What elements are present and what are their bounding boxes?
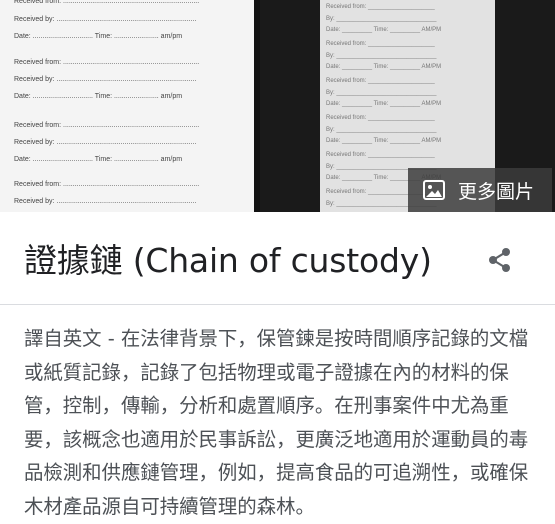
entity-header: 證據鏈 (Chain of custody) bbox=[0, 212, 555, 305]
tag-received-from-label: Received from: bbox=[326, 115, 367, 121]
form-date-line: Date: ............................... Ti… bbox=[14, 156, 183, 163]
date-label: Date: bbox=[14, 33, 31, 40]
received-from-label: Received from: bbox=[14, 181, 62, 188]
tag-received-from-label: Received from: bbox=[326, 4, 367, 10]
image-icon bbox=[423, 180, 445, 200]
tag-date-label: Date: bbox=[326, 138, 341, 144]
received-by-label: Received by: bbox=[14, 16, 55, 23]
tag-date-label: Date: bbox=[326, 64, 341, 70]
tag-date-line: Date: _________ Time: _________ AM/PM bbox=[326, 101, 442, 107]
tag-time-label: Time: bbox=[373, 64, 389, 70]
tag-received-from-line: Received from: ____________________ bbox=[326, 78, 435, 84]
tag-received-from-line: Received from: ____________________ bbox=[326, 4, 435, 10]
tag-by-label: By: bbox=[326, 90, 335, 96]
date-label: Date: bbox=[14, 93, 31, 100]
form-received-by-line: Received by: ...........................… bbox=[14, 198, 197, 205]
form-received-by-line: Received by: ...........................… bbox=[14, 76, 197, 83]
form-received-from-line: Received from: .........................… bbox=[14, 0, 200, 5]
form-received-from-line: Received from: .........................… bbox=[14, 181, 200, 188]
tag-by-label: By: bbox=[326, 201, 335, 207]
tag-date-line: Date: _________ Time: _________ AM/PM bbox=[326, 27, 442, 33]
share-icon[interactable] bbox=[484, 244, 516, 276]
tag-received-from-label: Received from: bbox=[326, 78, 367, 84]
tag-time-label: Time: bbox=[373, 27, 389, 33]
received-by-label: Received by: bbox=[14, 198, 55, 205]
form-date-line: Date: ............................... Ti… bbox=[14, 93, 183, 100]
entity-description: 譯自英文 - 在法律背景下，保管鍊是按時間順序記錄的文檔或紙質記錄，記錄了包括物… bbox=[24, 327, 529, 518]
form-received-from-line: Received from: .........................… bbox=[14, 59, 200, 66]
received-from-label: Received from: bbox=[14, 59, 62, 66]
form-date-line: Date: ............................... Ti… bbox=[14, 33, 183, 40]
entity-title: 證據鏈 (Chain of custody) bbox=[24, 241, 432, 280]
received-by-label: Received by: bbox=[14, 139, 55, 146]
received-from-label: Received from: bbox=[14, 0, 62, 5]
tag-ampm-label: AM/PM bbox=[421, 101, 442, 107]
more-images-label: 更多圖片 bbox=[458, 180, 535, 203]
tag-time-label: Time: bbox=[373, 101, 389, 107]
image-gallery[interactable]: Received from: .........................… bbox=[0, 0, 555, 212]
tag-by-label: By: bbox=[326, 127, 335, 133]
time-label: Time: bbox=[94, 33, 113, 40]
tag-ampm-label: AM/PM bbox=[421, 64, 442, 70]
tag-date-label: Date: bbox=[326, 175, 341, 181]
form-received-from-line: Received from: .........................… bbox=[14, 122, 200, 129]
form-received-by-line: Received by: ...........................… bbox=[14, 139, 197, 146]
tag-ampm-label: AM/PM bbox=[421, 27, 442, 33]
form-received-by-line: Received by: ...........................… bbox=[14, 16, 197, 23]
tag-date-line: Date: _________ Time: _________ AM/PM bbox=[326, 64, 442, 70]
tag-received-from-label: Received from: bbox=[326, 41, 367, 47]
tag-time-label: Time: bbox=[373, 175, 389, 181]
tag-by-line: By: ______________________________ bbox=[326, 127, 437, 133]
tag-by-line: By: ______________________________ bbox=[326, 53, 437, 59]
tag-by-line: By: ______________________________ bbox=[326, 16, 437, 22]
ampm-label: am/pm bbox=[160, 156, 183, 163]
tag-received-from-label: Received from: bbox=[326, 152, 367, 158]
tag-by-label: By: bbox=[326, 16, 335, 22]
ampm-label: am/pm bbox=[160, 93, 183, 100]
tag-date-label: Date: bbox=[326, 101, 341, 107]
tag-date-line: Date: _________ Time: _________ AM/PM bbox=[326, 138, 442, 144]
tag-by-label: By: bbox=[326, 53, 335, 59]
tag-received-from-line: Received from: ____________________ bbox=[326, 115, 435, 121]
date-label: Date: bbox=[14, 156, 31, 163]
chain-of-custody-form-image[interactable]: Received from: .........................… bbox=[0, 0, 254, 212]
tag-received-from-line: Received from: ____________________ bbox=[326, 152, 435, 158]
tag-time-label: Time: bbox=[373, 138, 389, 144]
tag-received-from-label: Received from: bbox=[326, 189, 367, 195]
time-label: Time: bbox=[94, 156, 113, 163]
ampm-label: am/pm bbox=[160, 33, 183, 40]
tag-received-from-line: Received from: ____________________ bbox=[326, 41, 435, 47]
tag-date-label: Date: bbox=[326, 27, 341, 33]
received-by-label: Received by: bbox=[14, 76, 55, 83]
tag-ampm-label: AM/PM bbox=[421, 138, 442, 144]
received-from-label: Received from: bbox=[14, 122, 62, 129]
tag-by-label: By: bbox=[326, 164, 335, 170]
more-images-button[interactable]: 更多圖片 bbox=[408, 168, 552, 212]
tag-by-line: By: ______________________________ bbox=[326, 90, 437, 96]
time-label: Time: bbox=[94, 93, 113, 100]
